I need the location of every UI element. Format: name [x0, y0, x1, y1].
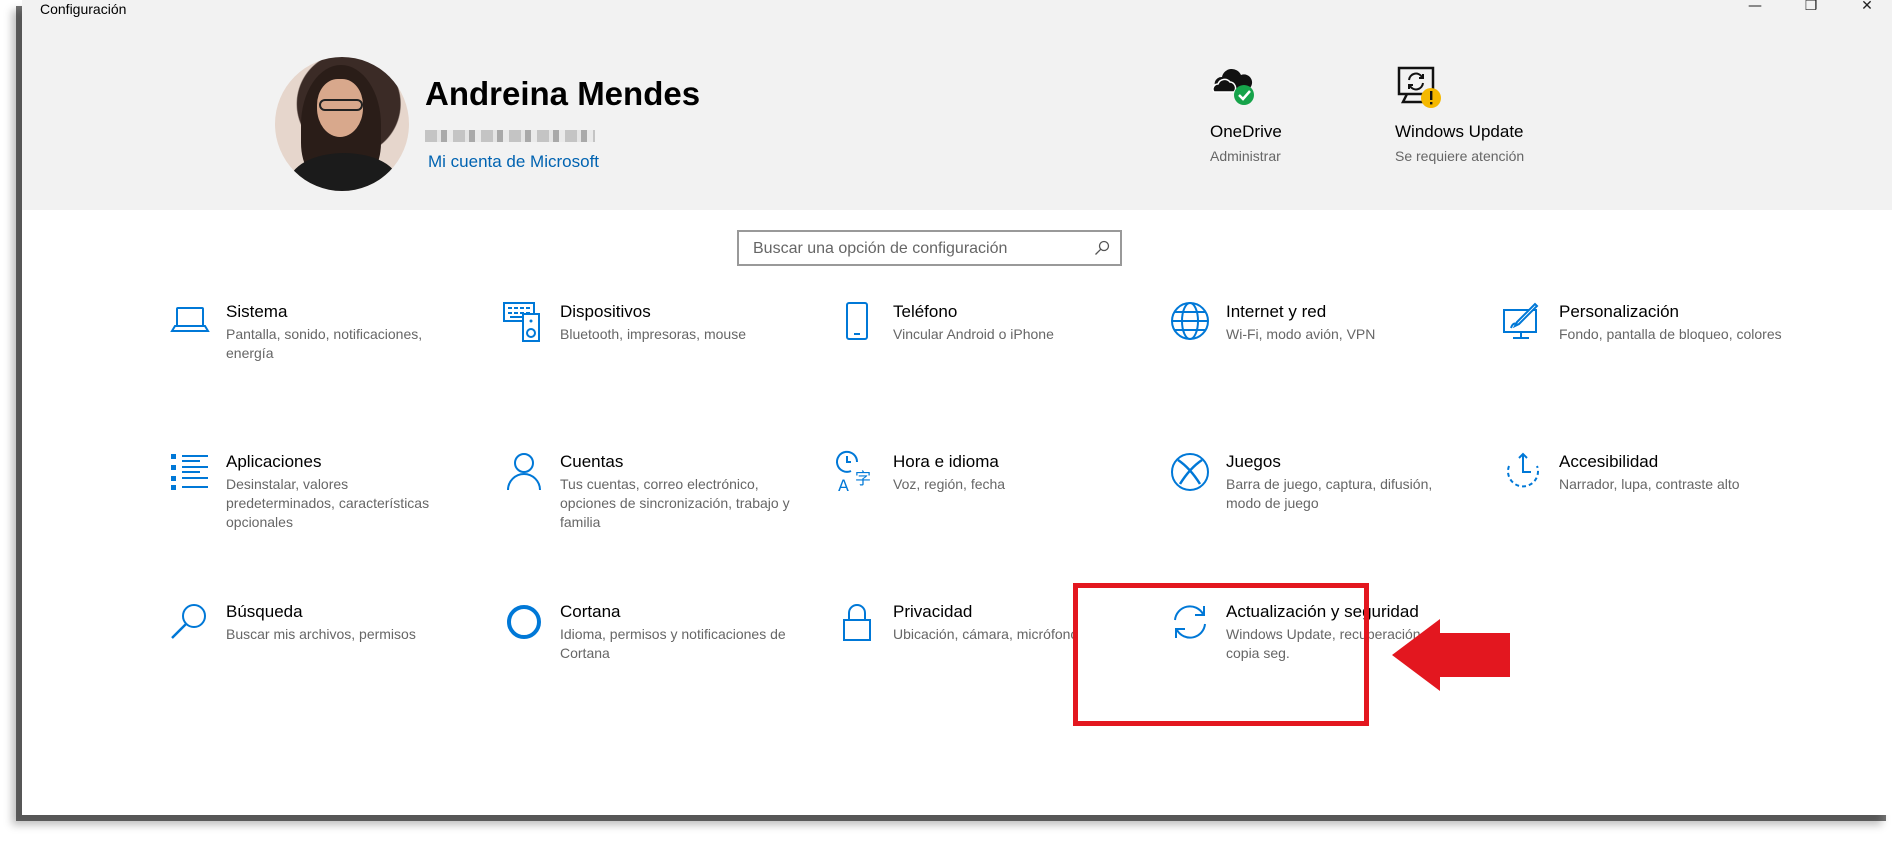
window-title: Configuración: [40, 1, 127, 17]
tile-description: Idioma, permisos y notificaciones de Cor…: [560, 626, 786, 661]
tile-title: Búsqueda: [226, 602, 303, 621]
tile-title: Personalización: [1559, 302, 1680, 321]
cortana-icon: [507, 605, 541, 639]
windows-update-title: Windows Update: [1395, 122, 1524, 141]
tile-title: Aplicaciones: [226, 452, 322, 471]
lock-icon: [843, 604, 871, 641]
red-arrow-icon: [1392, 619, 1510, 691]
phone-icon: [846, 302, 868, 340]
xbox-icon: [1171, 453, 1209, 491]
tile-description: Bluetooth, impresoras, mouse: [560, 326, 746, 342]
laptop-icon: [170, 307, 210, 332]
windows-update-icon: [1395, 62, 1443, 110]
svg-text:字: 字: [855, 469, 871, 488]
tile-description: Buscar mis archivos, permisos: [226, 626, 416, 642]
onedrive-subtitle: Administrar: [1210, 148, 1281, 164]
avatar: [275, 57, 409, 191]
search-icon: [171, 604, 206, 639]
svg-text:A: A: [838, 476, 849, 494]
minimize-button[interactable]: —: [1732, 0, 1778, 20]
person-icon: [507, 453, 541, 491]
tile-description: Vincular Android o iPhone: [893, 326, 1054, 342]
tile-description: Pantalla, sonido, notificaciones, energí…: [226, 326, 423, 361]
settings-window: Configuración — ❐ ✕ Andreina Mendes Mi c…: [22, 0, 1892, 815]
tile-title: Privacidad: [893, 602, 973, 621]
onedrive-cloud-icon: [1210, 62, 1258, 110]
tile-description: Desinstalar, valores predeterminados, ca…: [226, 476, 430, 530]
tile-title: Hora e idioma: [893, 452, 999, 471]
account-header: Andreina Mendes Mi cuenta de Microsoft O…: [22, 22, 1892, 210]
magnifier-icon[interactable]: [1094, 240, 1110, 256]
maximize-button[interactable]: ❐: [1788, 0, 1834, 20]
tile-title: Cuentas: [560, 452, 624, 471]
apps-list-icon: [171, 454, 208, 490]
windows-update-quick-link[interactable]: Windows Update Se requiere atención: [1395, 62, 1595, 164]
devices-icon: [503, 302, 540, 342]
globe-icon: [1171, 302, 1209, 340]
close-button[interactable]: ✕: [1844, 0, 1890, 20]
tile-description: Voz, región, fecha: [893, 476, 1006, 492]
tile-title: Teléfono: [893, 302, 958, 321]
tile-description: Fondo, pantalla de bloqueo, colores: [1559, 326, 1782, 342]
windows-update-subtitle: Se requiere atención: [1395, 148, 1525, 164]
settings-search-input[interactable]: [751, 239, 1085, 259]
tile-title: Cortana: [560, 602, 621, 621]
accessibility-icon: [1507, 452, 1539, 488]
tile-title: Accesibilidad: [1559, 452, 1659, 471]
microsoft-account-link[interactable]: Mi cuenta de Microsoft: [428, 152, 599, 172]
tile-description: Barra de juego, captura, difusión, modo …: [1226, 476, 1433, 511]
user-name: Andreina Mendes: [425, 75, 701, 112]
tile-title: Sistema: [226, 302, 288, 321]
title-bar[interactable]: Configuración — ❐ ✕: [22, 0, 1892, 22]
onedrive-title: OneDrive: [1210, 122, 1282, 141]
blurred-email: [425, 130, 595, 142]
tile-title: Dispositivos: [560, 302, 651, 321]
tile-description: Wi-Fi, modo avión, VPN: [1226, 326, 1376, 342]
highlight-box: [1073, 583, 1369, 726]
tile-description: Narrador, lupa, contraste alto: [1559, 476, 1740, 492]
time-language-icon: A 字: [836, 450, 871, 494]
personalization-icon: [1503, 302, 1539, 339]
tile-description: Tus cuentas, correo electrónico, opcione…: [560, 476, 790, 530]
tile-title: Internet y red: [1226, 302, 1327, 321]
onedrive-quick-link[interactable]: OneDrive Administrar: [1210, 62, 1410, 164]
settings-search-box[interactable]: [737, 230, 1122, 266]
tile-title: Juegos: [1226, 452, 1281, 471]
